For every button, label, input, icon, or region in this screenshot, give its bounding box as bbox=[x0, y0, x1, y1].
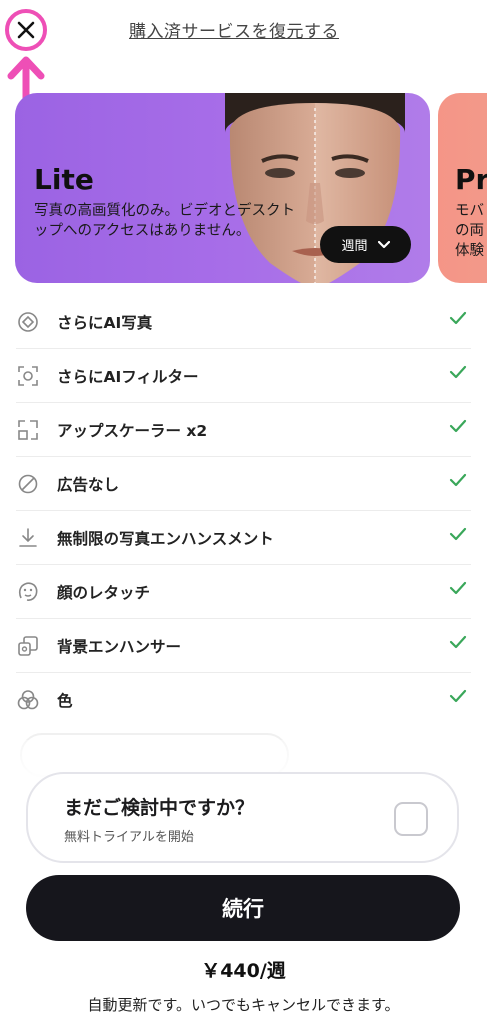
trial-subtitle: 無料トライアルを開始 bbox=[64, 830, 194, 845]
plan-card-pro[interactable]: Pro モバ の両 体験 bbox=[438, 93, 487, 283]
plan-name: Pro bbox=[455, 163, 487, 196]
continue-label: 続行 bbox=[222, 897, 264, 921]
free-trial-toggle[interactable]: まだご検討中ですか？ 無料トライアルを開始 bbox=[26, 772, 459, 863]
list-item: 顔のレタッチ bbox=[16, 565, 471, 619]
feature-label: 背景エンハンサー bbox=[57, 637, 182, 656]
checkmark-icon bbox=[449, 311, 467, 325]
renewal-note: 自動更新です。いつでもキャンセルできます。 bbox=[87, 996, 400, 1014]
checkmark-icon bbox=[449, 527, 467, 541]
checkmark-icon bbox=[449, 473, 467, 487]
feature-label: 広告なし bbox=[57, 475, 120, 494]
checkmark-icon bbox=[449, 635, 467, 649]
top-bar: 購入済サービスを復元する bbox=[0, 0, 487, 60]
list-item: 背景エンハンサー bbox=[16, 619, 471, 673]
trial-checkbox[interactable] bbox=[394, 802, 428, 836]
feature-label: 無制限の写真エンハンスメント bbox=[57, 529, 274, 548]
plan-name: Lite bbox=[34, 163, 94, 196]
feature-label: 色 bbox=[57, 691, 73, 710]
checkmark-icon bbox=[449, 689, 467, 703]
ai-photo-icon bbox=[16, 310, 40, 334]
checkmark-icon bbox=[449, 365, 467, 379]
upscale-icon bbox=[16, 418, 40, 442]
continue-button[interactable]: 続行 bbox=[26, 875, 460, 941]
feature-label: 顔のレタッチ bbox=[57, 583, 151, 602]
close-icon bbox=[17, 21, 35, 39]
list-item: アップスケーラー x2 bbox=[16, 403, 471, 457]
feature-label: アップスケーラー x2 bbox=[57, 421, 208, 440]
list-item: 広告なし bbox=[16, 457, 471, 511]
ai-filter-icon bbox=[16, 364, 40, 388]
face-retouch-icon bbox=[16, 580, 40, 604]
restore-purchases-link[interactable]: 購入済サービスを復元する bbox=[129, 17, 339, 42]
feature-list: さらにAI写真 さらにAIフィルター アップスケーラー x2 広告なし 無制限の… bbox=[16, 295, 471, 726]
feature-label: さらにAIフィルター bbox=[57, 367, 199, 386]
checkmark-icon bbox=[449, 581, 467, 595]
feature-label: さらにAI写真 bbox=[57, 313, 153, 332]
plan-carousel[interactable]: Lite 写真の高画質化のみ。ビデオとデスクトップへのアクセスはありません。 週… bbox=[0, 93, 487, 285]
download-icon bbox=[16, 526, 40, 550]
close-button[interactable] bbox=[5, 9, 47, 51]
checkmark-icon bbox=[449, 419, 467, 433]
chevron-down-icon bbox=[377, 240, 390, 248]
trial-title: まだご検討中ですか？ bbox=[64, 797, 255, 819]
list-item: さらにAIフィルター bbox=[16, 349, 471, 403]
billing-period-label: 週間 bbox=[341, 239, 368, 254]
plan-description: モバ の両 体験 bbox=[455, 203, 484, 259]
plan-description: 写真の高画質化のみ。ビデオとデスクトップへのアクセスはありません。 bbox=[34, 203, 295, 239]
list-item: 色 bbox=[16, 673, 471, 726]
color-icon bbox=[16, 688, 40, 712]
list-item: 無制限の写真エンハンスメント bbox=[16, 511, 471, 565]
background-icon bbox=[16, 634, 40, 658]
price-label: ￥440/週 bbox=[201, 960, 286, 982]
billing-period-dropdown[interactable]: 週間 bbox=[320, 226, 411, 263]
plan-card-lite[interactable]: Lite 写真の高画質化のみ。ビデオとデスクトップへのアクセスはありません。 週… bbox=[15, 93, 430, 283]
no-ads-icon bbox=[16, 472, 40, 496]
list-item: さらにAI写真 bbox=[16, 295, 471, 349]
